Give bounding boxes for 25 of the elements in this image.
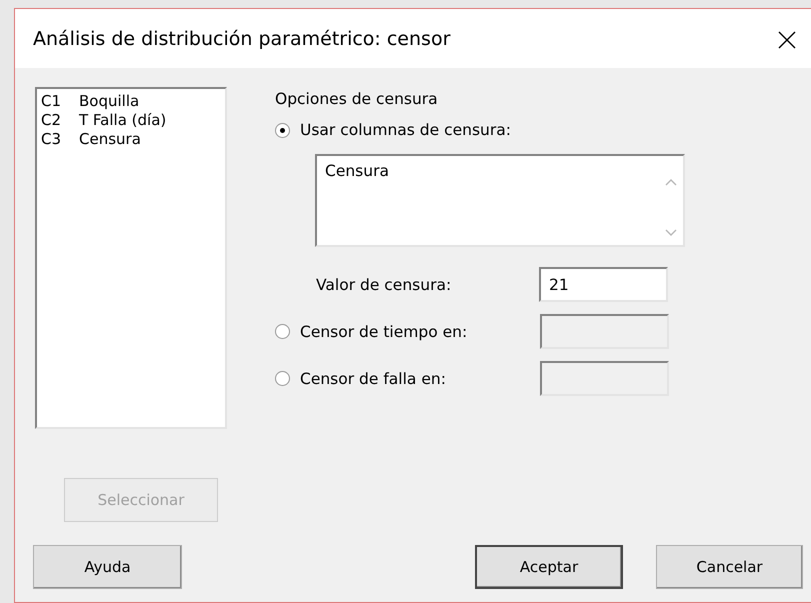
field-label: Valor de censura: <box>316 276 452 294</box>
column-name[interactable]: T Falla (día) <box>79 111 166 130</box>
column-name[interactable]: Censura <box>79 130 141 149</box>
column-name[interactable]: Boquilla <box>79 92 140 111</box>
scroll-up-icon[interactable] <box>665 178 677 186</box>
scroll-down-icon[interactable] <box>665 229 677 237</box>
accept-button[interactable]: Aceptar <box>475 545 623 589</box>
field-value: Censura <box>325 162 389 182</box>
column-id[interactable]: C3 <box>41 130 79 149</box>
window-title: Análisis de distribución paramétrico: censor <box>33 28 450 50</box>
radio-button[interactable] <box>275 324 290 339</box>
radio-button[interactable] <box>275 122 290 138</box>
variable-list[interactable]: C1 Boquilla C2 T Falla (día) C3 Censura <box>35 87 227 429</box>
group-heading: Opciones de censura <box>275 89 439 109</box>
radio-label[interactable]: Censor de falla en: <box>300 368 540 388</box>
cancel-button[interactable]: Cancelar <box>656 545 803 589</box>
help-button[interactable]: Ayuda <box>33 545 182 589</box>
radio-button[interactable] <box>275 371 290 386</box>
radio-label[interactable]: Usar columnas de censura: <box>300 120 511 140</box>
radio-label[interactable]: Censor de tiempo en: <box>300 322 540 342</box>
column-id[interactable]: C1 <box>41 92 79 111</box>
close-icon[interactable] <box>778 30 796 48</box>
columns-field[interactable]: Censura <box>315 154 685 247</box>
censor-value-field[interactable]: 21 <box>539 267 668 302</box>
column-id[interactable]: C2 <box>41 111 79 130</box>
